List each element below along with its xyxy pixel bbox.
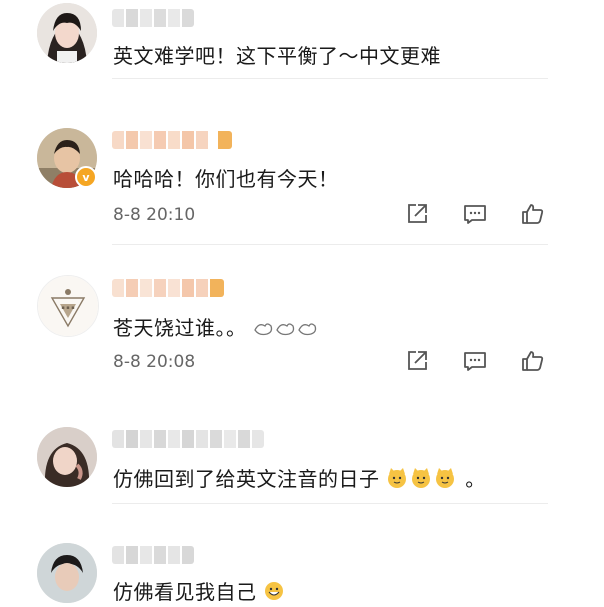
username-blurred[interactable] xyxy=(112,279,224,297)
comment-text-end: 。 xyxy=(465,467,486,491)
timestamp: 8-8 20:08 xyxy=(113,352,196,372)
comment-text-content: 仿佛回到了给英文注音的日子 xyxy=(113,467,380,491)
verified-badge-icon: v xyxy=(75,166,97,188)
avatar[interactable] xyxy=(37,543,97,603)
share-button[interactable] xyxy=(404,201,430,227)
comment-text: 仿佛看见我自己 xyxy=(113,576,285,607)
comment-button[interactable] xyxy=(462,201,488,227)
hand-gesture-emoji-icon xyxy=(253,318,319,343)
comment-text: 苍天饶过谁。。 xyxy=(113,312,319,343)
smile-emoji-icon xyxy=(263,580,285,607)
username-blurred[interactable] xyxy=(112,9,194,27)
comment-text: 英文难学吧！这下平衡了～中文更难 xyxy=(113,44,441,68)
comment-text: 哈哈哈！你们也有今天！ xyxy=(113,167,339,191)
comment-text-content: 苍天饶过谁。。 xyxy=(113,316,247,340)
like-button[interactable] xyxy=(520,201,546,227)
divider xyxy=(112,78,548,79)
comment-text-content: 仿佛看见我自己 xyxy=(113,580,257,604)
thumbs-up-icon xyxy=(522,351,544,371)
cat-face-emoji-icon xyxy=(386,467,458,494)
avatar[interactable]: ▪ ▪ ▪ xyxy=(37,275,99,337)
share-button[interactable] xyxy=(404,348,430,374)
divider xyxy=(112,244,548,245)
avatar[interactable] xyxy=(37,3,97,63)
username-blurred[interactable] xyxy=(112,430,264,448)
share-icon xyxy=(408,204,427,223)
share-icon xyxy=(408,351,427,370)
comment-icon xyxy=(464,352,486,371)
comment-button[interactable] xyxy=(462,348,488,374)
thumbs-up-icon xyxy=(522,204,544,224)
avatar[interactable] xyxy=(37,427,97,487)
username-blurred[interactable] xyxy=(112,131,232,149)
comment-text: 仿佛回到了给英文注音的日子 。 xyxy=(113,463,486,494)
divider xyxy=(112,503,548,504)
username-blurred[interactable] xyxy=(112,546,194,564)
comment-icon xyxy=(464,205,486,224)
timestamp: 8-8 20:10 xyxy=(113,205,196,225)
like-button[interactable] xyxy=(520,348,546,374)
svg-text:▪ ▪ ▪: ▪ ▪ ▪ xyxy=(61,305,74,311)
